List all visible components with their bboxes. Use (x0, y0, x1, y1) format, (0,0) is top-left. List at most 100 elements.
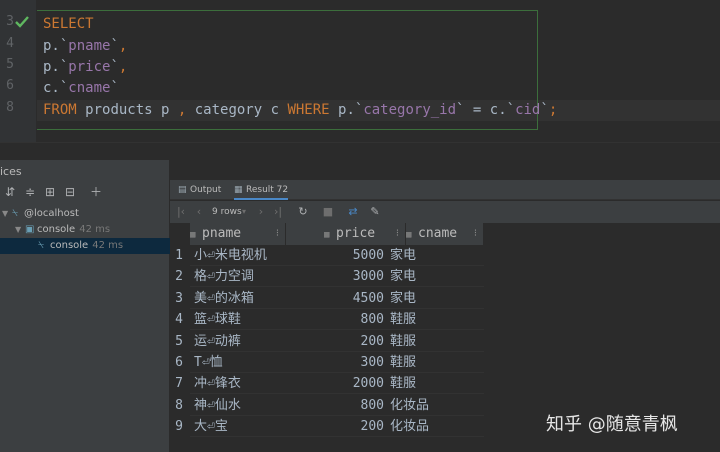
next-page-icon[interactable]: › (256, 204, 266, 220)
expand-all-icon[interactable]: ≑ (22, 184, 38, 200)
code-token: pname (68, 38, 111, 54)
cell-price[interactable]: 800 (304, 395, 384, 416)
cell-cname[interactable]: 鞋服 (390, 331, 480, 352)
column-header-pname[interactable]: ▦ pname ⁝ (190, 223, 286, 245)
tree-item-duration: 42 ms (79, 224, 111, 235)
row-number: 2 (175, 269, 183, 284)
code-token: cname (68, 80, 111, 96)
cell-pname[interactable]: 冲⏎锋衣 (194, 373, 304, 394)
cell-pname[interactable]: 美⏎的冰箱 (194, 288, 304, 309)
cell-cname[interactable]: 鞋服 (390, 373, 480, 394)
cell-price[interactable]: 200 (304, 331, 384, 352)
row-number: 1 (175, 248, 183, 263)
row-number: 7 (175, 376, 183, 391)
code-line[interactable]: SELECT (43, 14, 94, 35)
results-panel: ▤ Output ▦ Result 72 |‹ ‹ 9 rows ▾ › ›| ↻ … (170, 160, 720, 452)
tree-item-label: console (50, 240, 89, 251)
code-token: ` (110, 59, 119, 75)
cell-price[interactable]: 200 (304, 416, 384, 437)
chevron-down-icon[interactable]: ▾ (240, 204, 248, 220)
cell-cname[interactable]: 家电 (390, 266, 480, 287)
cell-price[interactable]: 2000 (304, 373, 384, 394)
group-by-icon[interactable]: ⊞ (42, 184, 58, 200)
column-header-cname[interactable]: ▦ cname ⁝ (406, 223, 484, 245)
cell-pname[interactable]: 格⏎力空调 (194, 266, 304, 287)
column-header-price[interactable]: ▦ price ⁝ (286, 223, 406, 245)
code-line[interactable]: FROM products p , category c WHERE p. ` ca… (43, 100, 557, 121)
cell-price[interactable]: 300 (304, 352, 384, 373)
services-panel: ices ⇵ ≑ ⊞ ⊟ ＋ ▼ ⍀ @localhost ▼ ▣ console 42 m… (0, 160, 170, 452)
services-title: ices (0, 165, 22, 178)
collapse-all-icon[interactable]: ⇵ (2, 184, 18, 200)
code-token: , (118, 38, 128, 54)
row-number: 8 (175, 398, 183, 413)
line-number: 3 (6, 14, 14, 29)
watermark: 知乎 @随意青枫 (546, 414, 678, 435)
code-token: ; (548, 102, 558, 118)
line-number: 8 (6, 100, 14, 115)
cell-pname[interactable]: 大⏎宝 (194, 416, 304, 437)
cell-price[interactable]: 5000 (304, 245, 384, 266)
code-line[interactable]: p.`price`, (43, 57, 127, 78)
compare-icon[interactable]: ⇄ (346, 204, 360, 220)
cell-price[interactable]: 3000 (304, 266, 384, 287)
column-icon: ▦ (324, 230, 330, 240)
cell-cname[interactable]: 鞋服 (390, 309, 480, 330)
expand-arrow-icon[interactable]: ▼ (2, 206, 12, 222)
line-number: 5 (6, 57, 14, 72)
stop-icon[interactable]: ■ (322, 204, 334, 220)
datasource-icon: ⍀ (38, 240, 44, 251)
previous-page-icon[interactable]: ‹ (194, 204, 204, 220)
code-line[interactable]: c.`cname` (43, 78, 119, 99)
last-page-icon[interactable]: ›| (272, 204, 284, 220)
code-token: ` (506, 102, 516, 118)
cell-pname[interactable]: T⏎恤 (194, 352, 304, 373)
code-token: SELECT (43, 16, 94, 32)
tab-result[interactable]: ▦ Result 72 (234, 180, 289, 200)
tree-item[interactable]: ▼ ▣ console 42 ms (0, 222, 170, 238)
rows-count[interactable]: 9 rows (212, 204, 242, 220)
code-line[interactable]: p.`pname`, (43, 36, 127, 57)
row-number: 3 (175, 291, 183, 306)
cell-cname[interactable]: 化妆品 (390, 395, 480, 416)
tree-item-duration: 42 ms (92, 240, 124, 251)
first-page-icon[interactable]: |‹ (176, 204, 186, 220)
cell-pname[interactable]: 神⏎仙水 (194, 395, 304, 416)
column-icon: ▦ (406, 230, 412, 240)
cell-cname[interactable]: 鞋服 (390, 352, 480, 373)
row-number: 9 (175, 419, 183, 434)
panel-splitter[interactable] (0, 142, 720, 160)
sql-editor[interactable]: 3 4 5 6 8 SELECT p.`pname`, p.`price`, c.`c… (0, 0, 720, 142)
cell-pname[interactable]: 小⏎米电视机 (194, 245, 304, 266)
refresh-icon[interactable]: ↻ (296, 204, 310, 220)
tree-item[interactable]: ⍀ console 42 ms (0, 238, 170, 254)
add-service-icon[interactable]: ＋ (88, 184, 104, 200)
row-number: 5 (175, 334, 183, 349)
results-toolbar: |‹ ‹ 9 rows ▾ › ›| ↻ ■ ⇄ ✎ (170, 201, 720, 223)
filter-icon[interactable]: ⊟ (62, 184, 78, 200)
code-token: p. (338, 102, 355, 118)
code-token: category_id (363, 102, 457, 118)
table-icon: ▦ (234, 185, 243, 195)
tab-output[interactable]: ▤ Output (178, 180, 221, 200)
cell-pname[interactable]: 运⏎动裤 (194, 331, 304, 352)
sort-icon: ⁝ (275, 228, 279, 239)
cell-price[interactable]: 800 (304, 309, 384, 330)
cell-price[interactable]: 4500 (304, 288, 384, 309)
output-icon: ▤ (178, 185, 187, 195)
code-token: WHERE (287, 102, 339, 118)
cell-cname[interactable]: 家电 (390, 245, 480, 266)
code-token: ` (110, 38, 119, 54)
results-tabs: ▤ Output ▦ Result 72 (170, 180, 720, 200)
cell-pname[interactable]: 篮⏎球鞋 (194, 309, 304, 330)
row-number: 6 (175, 355, 183, 370)
editor-gutter: 3 4 5 6 8 (0, 0, 36, 142)
tree-item[interactable]: ▼ ⍀ @localhost (0, 206, 170, 222)
code-token: ` (110, 80, 119, 96)
cell-cname[interactable]: 化妆品 (390, 416, 480, 437)
cell-cname[interactable]: 家电 (390, 288, 480, 309)
pin-icon[interactable]: ✎ (368, 204, 382, 220)
expand-arrow-icon[interactable]: ▼ (15, 222, 25, 238)
line-number: 4 (6, 36, 14, 51)
code-token: , (177, 102, 195, 118)
